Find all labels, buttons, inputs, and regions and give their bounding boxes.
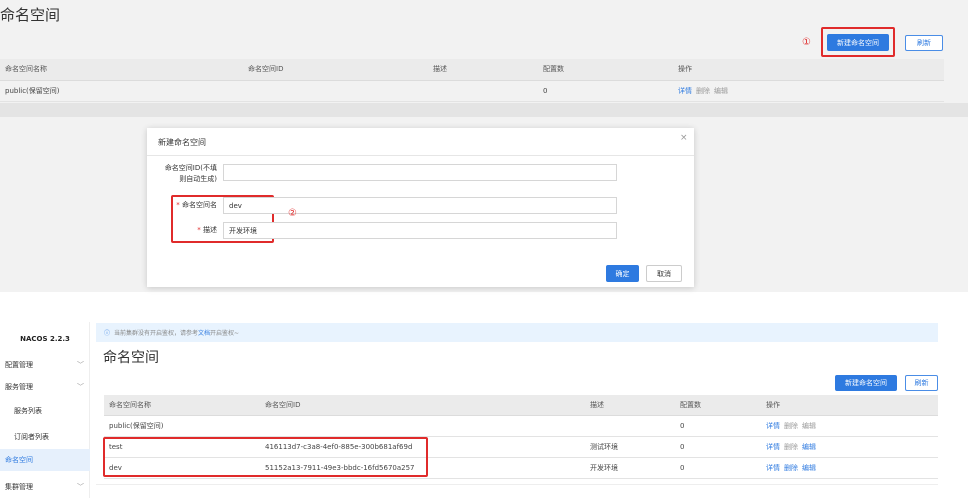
step-marker-1: ① (802, 37, 811, 48)
overlay-band (0, 103, 968, 117)
new-namespace-button[interactable]: 新建命名空间 (835, 375, 897, 391)
required-mark: * (176, 201, 180, 209)
sidebar-item-label: 集群管理 (5, 483, 33, 491)
column-header: 描述 (585, 395, 675, 416)
divider (147, 155, 694, 156)
cell-name: public(保留空间) (104, 415, 260, 437)
cell-desc (585, 415, 675, 437)
column-header: 命名空间ID (260, 395, 585, 416)
sidebar-item-service[interactable]: 服务管理 ﹀ (0, 376, 90, 398)
notice-text-end: 开启鉴权~ (210, 330, 240, 337)
field-id-label-line2: 则自动生成) (179, 175, 217, 183)
cell-actions: 详情 删除 编辑 (761, 436, 938, 458)
column-header: 命名空间名称 (0, 59, 243, 81)
chevron-down-icon: ﹀ (77, 483, 84, 491)
sidebar-item-namespace[interactable]: 命名空间 (0, 449, 90, 471)
delete-link[interactable]: 删除 (784, 443, 798, 451)
cell-count: 0 (538, 80, 673, 102)
cell-desc (428, 80, 538, 102)
namespace-id-input[interactable] (223, 164, 617, 181)
chevron-down-icon: ﹀ (77, 383, 84, 391)
detail-link[interactable]: 详情 (766, 422, 780, 430)
cell-id (260, 415, 585, 437)
detail-link[interactable]: 详情 (678, 87, 692, 95)
sidebar-item-label: 服务列表 (14, 407, 42, 415)
column-header: 操作 (673, 59, 944, 81)
field-name-label-text: 命名空间名 (182, 201, 217, 209)
detail-link[interactable]: 详情 (766, 464, 780, 472)
info-icon: ⓘ (104, 330, 111, 337)
table-row: public(保留空间) 0 详情 删除 编辑 (0, 80, 944, 102)
delete-link[interactable]: 删除 (696, 87, 710, 95)
notice-text: 当前集群没有开启鉴权，请参考 (114, 330, 199, 337)
field-desc-label: * 描述 (167, 225, 217, 236)
namespace-table: 命名空间名称 命名空间ID 描述 配置数 操作 public(保留空间) 0 详… (0, 59, 944, 102)
sidebar-item-label: 订阅者列表 (14, 433, 49, 441)
chevron-down-icon: ﹀ (77, 361, 84, 369)
refresh-button[interactable]: 刷新 (905, 375, 938, 391)
description-input[interactable]: 开发环境 (223, 222, 617, 239)
namespace-name-input[interactable]: dev (223, 197, 617, 214)
cell-desc: 测试环境 (585, 436, 675, 458)
docs-link[interactable]: 文档 (198, 328, 210, 337)
edit-link[interactable]: 编辑 (802, 443, 816, 451)
sidebar: NACOS 2.2.3 配置管理 ﹀ 服务管理 ﹀ 服务列表 订阅者列表 命名空间 … (0, 322, 90, 498)
field-id-label: 命名空间ID(不填 则自动生成) (147, 163, 217, 185)
new-namespace-dialog: 新建命名空间 × 命名空间ID(不填 则自动生成) * 命名空间名 dev ② … (147, 128, 694, 287)
delete-link[interactable]: 删除 (784, 464, 798, 472)
delete-link[interactable]: 删除 (784, 422, 798, 430)
column-header: 操作 (761, 395, 938, 416)
step-marker-2: ② (288, 208, 297, 219)
column-header: 命名空间ID (243, 59, 428, 81)
edit-link[interactable]: 编辑 (802, 464, 816, 472)
table-row: public(保留空间) 0 详情 删除 编辑 (104, 415, 938, 437)
sidebar-item-label: 服务管理 (5, 383, 33, 391)
sidebar-item-cluster[interactable]: 集群管理 ﹀ (0, 476, 90, 498)
cell-actions: 详情 删除 编辑 (673, 80, 944, 102)
sidebar-item-label: 配置管理 (5, 361, 33, 369)
column-header: 配置数 (675, 395, 761, 416)
detail-link[interactable]: 详情 (766, 443, 780, 451)
cell-name: public(保留空间) (0, 80, 243, 102)
column-header: 配置数 (538, 59, 673, 81)
cell-desc: 开发环境 (585, 457, 675, 479)
sidebar-item-service-list[interactable]: 服务列表 (0, 400, 90, 422)
refresh-button[interactable]: 刷新 (905, 35, 943, 51)
cell-id (243, 80, 428, 102)
sidebar-item-label: 命名空间 (5, 456, 33, 464)
sidebar-item-subscribers[interactable]: 订阅者列表 (0, 426, 90, 448)
field-id-label-line1: 命名空间ID(不填 (164, 164, 217, 172)
highlight-box-new-rows (103, 437, 428, 477)
cell-count: 0 (675, 457, 761, 479)
page-title: 命名空间 (103, 350, 159, 366)
sidebar-item-config[interactable]: 配置管理 ﹀ (0, 354, 90, 376)
column-header: 描述 (428, 59, 538, 81)
new-namespace-button[interactable]: 新建命名空间 (827, 34, 889, 51)
brand-logo: NACOS 2.2.3 (20, 335, 70, 343)
column-header: 命名空间名称 (104, 395, 260, 416)
cell-count: 0 (675, 415, 761, 437)
close-icon[interactable]: × (680, 133, 688, 143)
required-mark: * (197, 226, 201, 234)
edit-link[interactable]: 编辑 (714, 87, 728, 95)
cell-count: 0 (675, 436, 761, 458)
field-name-label: * 命名空间名 (167, 200, 217, 211)
cell-actions: 详情 删除 编辑 (761, 457, 938, 479)
field-desc-label-text: 描述 (203, 226, 217, 234)
page-title: 命名空间 (0, 6, 61, 24)
auth-notice: ⓘ 当前集群没有开启鉴权，请参考 文档 开启鉴权~ (96, 323, 938, 342)
dialog-title: 新建命名空间 (158, 138, 206, 147)
confirm-button[interactable]: 确定 (606, 265, 639, 282)
cell-actions: 详情 删除 编辑 (761, 415, 938, 437)
edit-link[interactable]: 编辑 (802, 422, 816, 430)
cancel-button[interactable]: 取消 (646, 265, 682, 282)
horizontal-scrollbar[interactable] (96, 484, 938, 490)
